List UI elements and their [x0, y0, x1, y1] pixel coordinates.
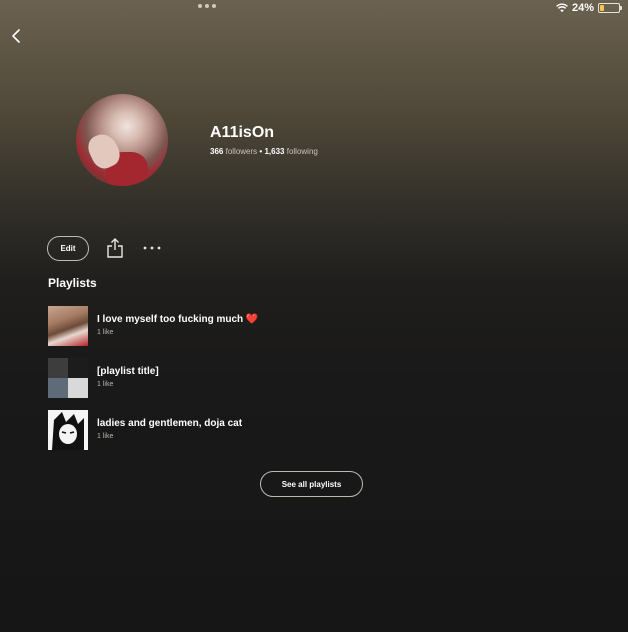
playlist-item[interactable]: ladies and gentlemen, doja cat 1 like — [48, 410, 608, 450]
chevron-left-icon[interactable] — [8, 27, 26, 45]
wifi-icon — [556, 3, 568, 13]
profile-username: A11isOn — [210, 124, 275, 141]
playlist-cover — [48, 306, 88, 346]
status-indicators: 24% — [556, 2, 622, 14]
edit-profile-button[interactable]: Edit — [47, 236, 89, 261]
playlist-likes: 1 like — [97, 381, 114, 388]
following-label[interactable]: following — [287, 147, 318, 156]
multitasking-dots-icon[interactable] — [198, 4, 216, 8]
profile-avatar[interactable] — [76, 94, 168, 186]
battery-percentage: 24% — [571, 2, 594, 14]
playlist-likes: 1 like — [97, 329, 114, 336]
playlist-title: ladies and gentlemen, doja cat — [97, 418, 243, 429]
playlist-item[interactable]: [playlist title] 1 like — [48, 358, 608, 398]
battery-icon — [598, 3, 622, 13]
heart-emoji: ❤️ — [245, 314, 259, 325]
playlist-likes: 1 like — [97, 433, 114, 440]
status-bar: 24% — [0, 0, 628, 18]
more-horizontal-icon[interactable] — [143, 243, 161, 253]
followers-label[interactable]: followers — [226, 147, 258, 156]
playlist-cover — [48, 410, 88, 450]
following-count[interactable]: 1,633 — [264, 147, 284, 156]
followers-count[interactable]: 366 — [210, 147, 223, 156]
profile-stats: 366 followers • 1,633 following — [210, 147, 318, 156]
playlist-title: [playlist title] — [97, 366, 159, 377]
share-icon[interactable] — [106, 237, 124, 259]
stats-separator: • — [259, 147, 263, 156]
playlist-item[interactable]: I love myself too fucking much ❤️ 1 like — [48, 306, 608, 346]
playlist-title: I love myself too fucking much ❤️ — [97, 314, 259, 325]
battery-level-fill — [600, 5, 605, 11]
playlists-heading: Playlists — [48, 276, 97, 290]
playlist-cover — [48, 358, 88, 398]
see-all-playlists-button[interactable]: See all playlists — [260, 471, 363, 497]
